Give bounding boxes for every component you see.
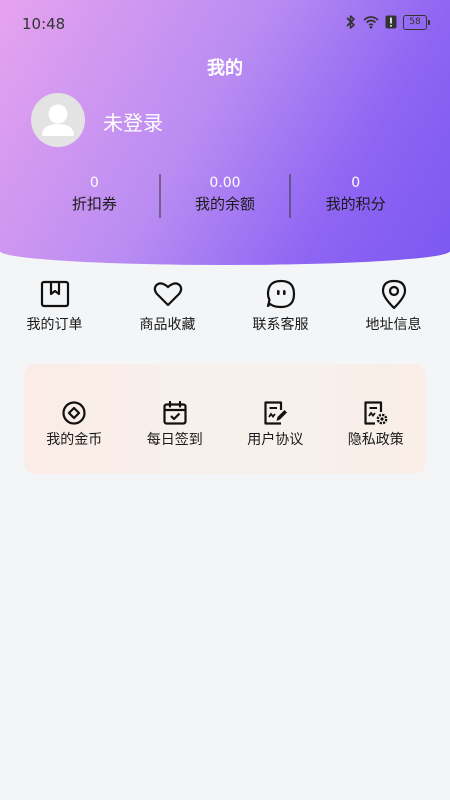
wifi-icon bbox=[363, 16, 379, 29]
stat-balance[interactable]: 0.00 我的余额 bbox=[161, 173, 290, 219]
bluetooth-icon bbox=[346, 15, 355, 29]
status-icons: 58 bbox=[345, 14, 430, 30]
quick-action-label: 联系客服 bbox=[252, 317, 309, 333]
quick-action-support[interactable]: 联系客服 bbox=[224, 278, 337, 334]
login-status-text[interactable]: 未登录 bbox=[103, 107, 163, 136]
battery-level: 58 bbox=[403, 14, 427, 30]
service-label: 用户协议 bbox=[247, 432, 304, 448]
avatar[interactable] bbox=[31, 93, 85, 147]
stat-label: 我的积分 bbox=[325, 195, 386, 213]
account-stats: 0 折扣券 0.00 我的余额 0 我的积分 bbox=[30, 173, 420, 219]
services-card: 我的金币 每日签到 用户协议 隐私政策 bbox=[24, 364, 426, 474]
heart-icon bbox=[153, 282, 182, 307]
service-daily-checkin[interactable]: 每日签到 bbox=[125, 364, 226, 474]
stat-value: 0.00 bbox=[209, 175, 241, 191]
stat-value: 0 bbox=[89, 175, 99, 191]
coin-icon bbox=[62, 401, 86, 425]
status-time: 10:48 bbox=[22, 15, 66, 33]
service-user-agreement[interactable]: 用户协议 bbox=[225, 364, 326, 474]
calendar-check-icon bbox=[163, 400, 187, 425]
stat-coupons[interactable]: 0 折扣券 bbox=[30, 173, 159, 219]
quick-action-orders[interactable]: 我的订单 bbox=[0, 278, 111, 334]
stat-value: 0 bbox=[351, 175, 361, 191]
stat-label: 我的余额 bbox=[195, 195, 256, 213]
page-title: 我的 bbox=[207, 58, 243, 79]
battery-icon: 58 bbox=[403, 14, 430, 30]
service-privacy-policy[interactable]: 隐私政策 bbox=[326, 364, 427, 474]
service-label: 每日签到 bbox=[146, 432, 203, 448]
service-label: 隐私政策 bbox=[347, 432, 404, 448]
quick-action-label: 商品收藏 bbox=[139, 317, 196, 333]
stat-points[interactable]: 0 我的积分 bbox=[291, 173, 420, 219]
stat-label: 折扣券 bbox=[71, 195, 117, 213]
location-pin-icon bbox=[381, 279, 406, 310]
quick-action-address[interactable]: 地址信息 bbox=[337, 278, 450, 334]
quick-action-label: 地址信息 bbox=[365, 317, 422, 333]
alert-icon bbox=[385, 15, 397, 29]
user-avatar-icon bbox=[42, 104, 74, 136]
orders-box-icon bbox=[40, 280, 69, 308]
document-settings-icon bbox=[364, 401, 388, 425]
quick-action-label: 我的订单 bbox=[26, 317, 83, 333]
status-bar: 10:48 58 bbox=[0, 0, 450, 48]
service-my-coins[interactable]: 我的金币 bbox=[24, 364, 125, 474]
quick-actions: 我的订单 商品收藏 联系客服 地址信息 bbox=[0, 278, 450, 334]
service-label: 我的金币 bbox=[46, 432, 103, 448]
chat-bubble-icon bbox=[266, 279, 295, 309]
quick-action-favorites[interactable]: 商品收藏 bbox=[111, 278, 224, 334]
document-edit-icon bbox=[264, 401, 288, 425]
